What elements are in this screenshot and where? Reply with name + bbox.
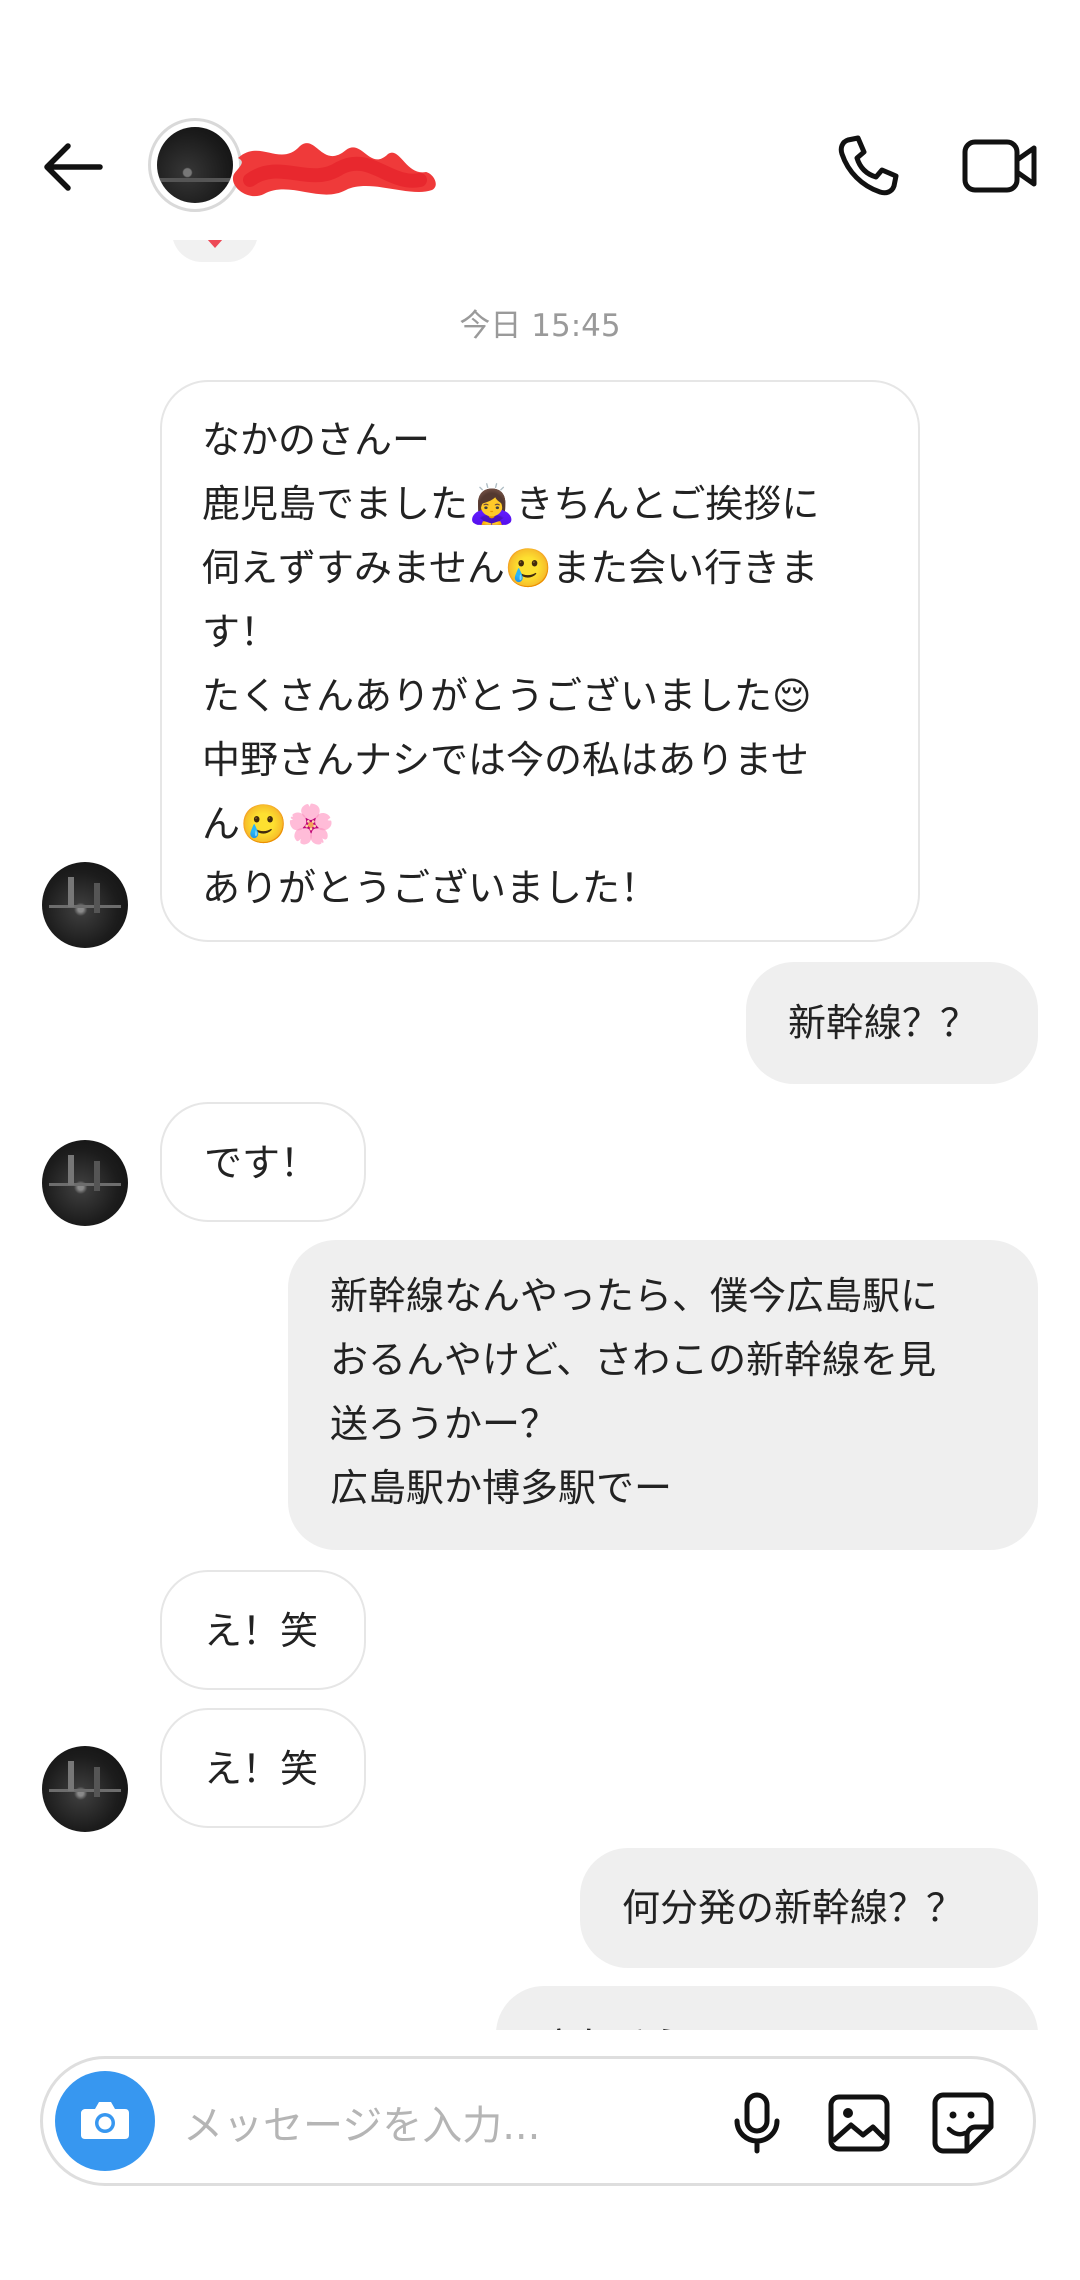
gallery-button[interactable] bbox=[823, 2087, 895, 2159]
outgoing-message[interactable]: 新幹線なんやったら、僕今広島駅に おるんやけど、さわこの新幹線を見 送ろうかー？… bbox=[288, 1240, 1038, 1550]
sticker-button[interactable] bbox=[927, 2087, 999, 2159]
message-input[interactable]: メッセージを入力... bbox=[183, 2093, 540, 2151]
back-button[interactable] bbox=[38, 132, 108, 202]
gallery-icon bbox=[828, 2094, 890, 2152]
outgoing-message[interactable]: 何分発の新幹線？？ bbox=[580, 1848, 1038, 1968]
voice-message-button[interactable] bbox=[721, 2087, 793, 2159]
chat-header bbox=[0, 0, 1080, 240]
sender-avatar[interactable] bbox=[42, 1746, 128, 1832]
camera-icon bbox=[81, 2102, 129, 2139]
video-call-button[interactable] bbox=[960, 130, 1040, 202]
message-text: 何分発の新幹線？？ bbox=[622, 1886, 965, 1930]
microphone-icon bbox=[734, 2092, 780, 2154]
incoming-message[interactable]: え！笑 bbox=[160, 1708, 366, 1828]
voice-call-button[interactable] bbox=[832, 130, 904, 202]
camera-button[interactable] bbox=[55, 2071, 155, 2171]
redacted-contact-name bbox=[232, 143, 436, 197]
video-camera-icon bbox=[962, 139, 1037, 193]
message-text: 新幹線？？ bbox=[788, 1001, 979, 1045]
message-text: です！ bbox=[204, 1141, 319, 1185]
outgoing-message[interactable]: 新幹線？？ bbox=[746, 962, 1038, 1084]
sticker-icon bbox=[932, 2092, 994, 2154]
sender-avatar[interactable] bbox=[42, 1140, 128, 1226]
arrow-left-icon bbox=[44, 143, 103, 191]
sender-avatar[interactable] bbox=[42, 862, 128, 948]
phone-icon bbox=[838, 135, 899, 196]
message-timestamp: 今日 15:45 bbox=[459, 308, 621, 344]
incoming-message[interactable]: え！笑 bbox=[160, 1570, 366, 1690]
message-text: え！笑 bbox=[204, 1747, 319, 1791]
message-text: え！笑 bbox=[204, 1609, 319, 1653]
message-composer: メッセージを入力... bbox=[40, 2056, 1036, 2186]
message-text: 新幹線なんやったら、僕今広島駅に おるんやけど、さわこの新幹線を見 送ろうかー？… bbox=[330, 1274, 939, 1510]
incoming-message[interactable]: です！ bbox=[160, 1102, 366, 1222]
message-text: なかのさんー 鹿児島でました🙇‍♀️きちんとご挨拶に 伺えずすみません🥲また会い… bbox=[202, 418, 820, 910]
incoming-message[interactable]: なかのさんー 鹿児島でました🙇‍♀️きちんとご挨拶に 伺えずすみません🥲また会い… bbox=[160, 380, 920, 942]
